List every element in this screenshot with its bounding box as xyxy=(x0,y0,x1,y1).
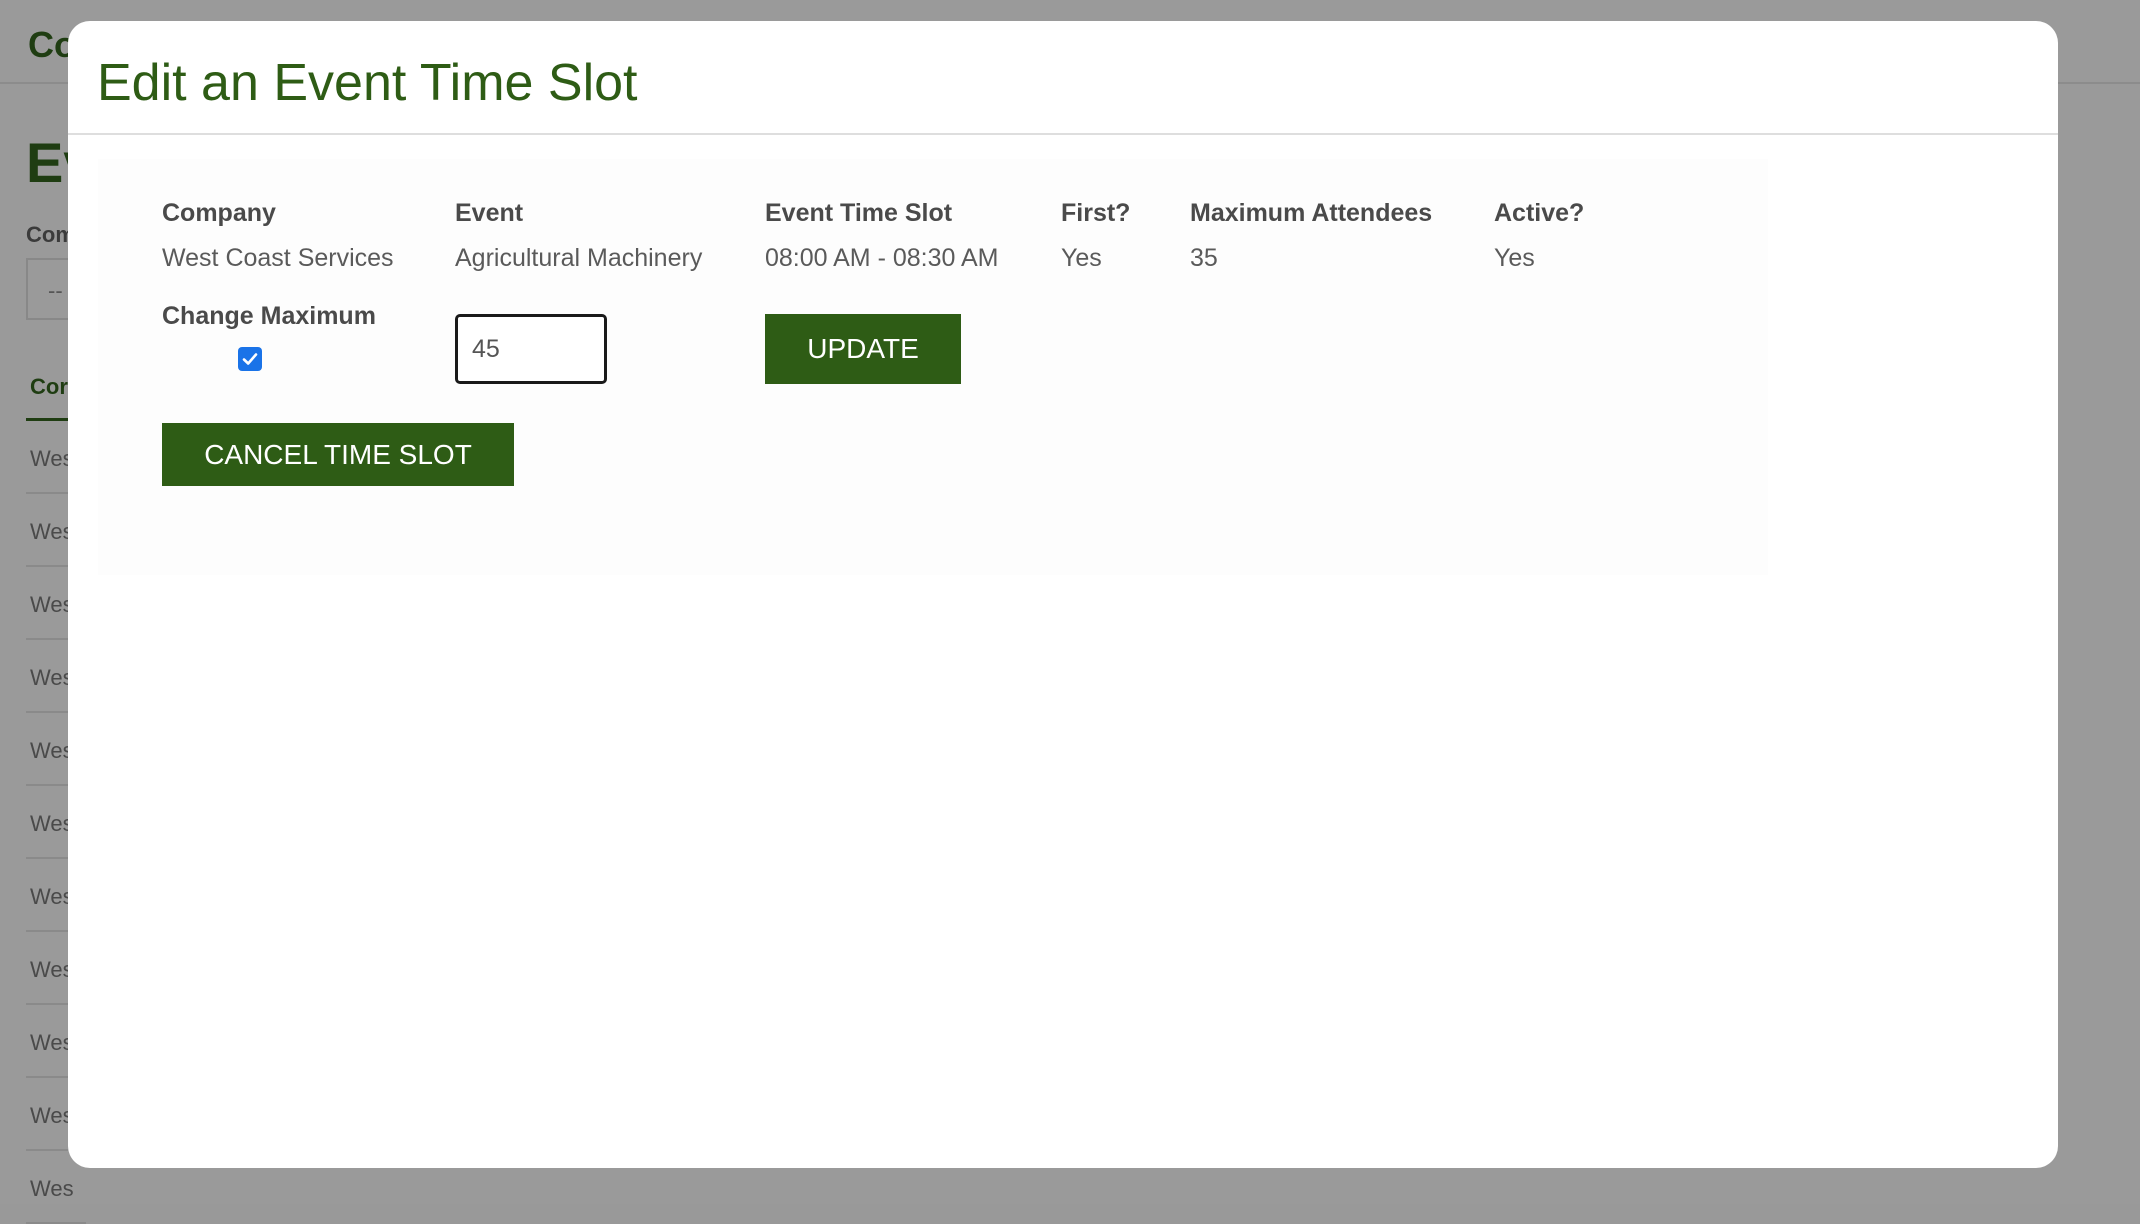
event-value: Agricultural Machinery xyxy=(455,244,703,272)
background-column-header: Cor xyxy=(30,374,68,399)
maximum-attendees-input[interactable] xyxy=(455,314,607,384)
edit-time-slot-modal: Edit an Event Time Slot Company West Coa… xyxy=(68,21,2058,1168)
update-button[interactable]: UPDATE xyxy=(765,314,961,384)
active-header: Active? xyxy=(1494,199,1585,227)
modal-body: Company West Coast Services Event Agricu… xyxy=(98,159,1768,575)
max-attendees-header: Maximum Attendees xyxy=(1190,199,1433,227)
time-slot-value: 08:00 AM - 08:30 AM xyxy=(765,244,999,272)
modal-header: Edit an Event Time Slot xyxy=(68,21,2058,135)
event-header: Event xyxy=(455,199,524,227)
time-slot-header: Event Time Slot xyxy=(765,199,953,227)
first-value: Yes xyxy=(1061,244,1102,272)
company-value: West Coast Services xyxy=(162,244,394,272)
change-maximum-label: Change Maximum xyxy=(162,302,376,330)
cancel-time-slot-button[interactable]: CANCEL TIME SLOT xyxy=(162,423,514,486)
company-header: Company xyxy=(162,199,276,227)
max-attendees-value: 35 xyxy=(1190,244,1218,272)
checkmark-icon xyxy=(242,353,258,365)
first-header: First? xyxy=(1061,199,1131,227)
active-value: Yes xyxy=(1494,244,1535,272)
change-maximum-checkbox[interactable] xyxy=(238,347,262,371)
modal-title: Edit an Event Time Slot xyxy=(97,54,638,112)
